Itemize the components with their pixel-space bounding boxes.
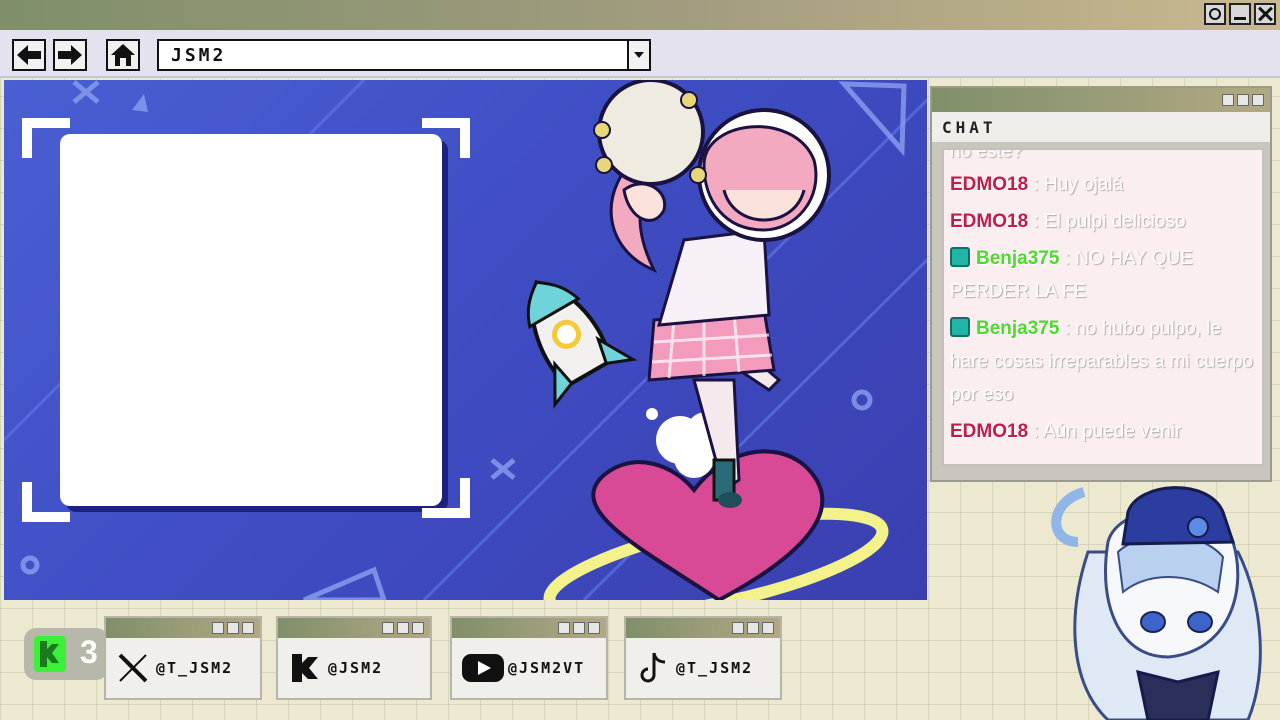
chat-window: CHAT no este? EDMO18 : Huy ojalá EDMO18 : …	[930, 86, 1272, 482]
window-controls	[1204, 3, 1276, 25]
chat-username[interactable]: Benja375	[976, 318, 1059, 339]
social-handle: @T_JSM2	[676, 659, 754, 677]
arrow-right-icon	[58, 45, 82, 65]
chat-message: Benja375 : no hubo pulpo, le hare cosas …	[950, 312, 1256, 411]
social-handle: @JSM2	[328, 659, 384, 677]
chat-message: EDMO18 : Huy ojalá	[950, 168, 1256, 201]
kick-icon	[288, 651, 322, 685]
address-bar[interactable]: JSM2	[157, 39, 651, 71]
chat-message: no este?	[950, 148, 1256, 164]
address-text: JSM2	[171, 45, 227, 66]
social-card-kick[interactable]: @JSM2	[276, 616, 432, 700]
frame-corner-bottom-left	[22, 482, 70, 522]
character-illustration	[593, 80, 831, 508]
close-icon[interactable]	[1254, 3, 1276, 25]
social-card-x[interactable]: @T_JSM2	[104, 616, 262, 700]
chat-message: Benja375 : NO HAY QUE PERDER LA FE	[950, 242, 1256, 308]
forward-button[interactable]	[53, 39, 87, 71]
chat-text: El pulpi delicioso	[1043, 211, 1186, 232]
back-button[interactable]	[12, 39, 46, 71]
camera-placeholder-panel	[60, 134, 442, 506]
chat-text: Huy ojalá	[1043, 174, 1124, 195]
kick-count: 3	[80, 634, 98, 670]
chat-window-titlebar	[932, 88, 1270, 112]
user-badge-icon	[950, 247, 970, 267]
tiktok-icon	[636, 651, 670, 685]
address-dropdown-button[interactable]	[627, 41, 649, 69]
social-card-tiktok[interactable]: @T_JSM2	[624, 616, 782, 700]
title-bar	[0, 0, 1280, 30]
frame-corner-bottom-right	[422, 478, 470, 518]
chat-messages: no este? EDMO18 : Huy ojalá EDMO18 : El pu…	[942, 148, 1264, 466]
close-icon[interactable]	[1252, 94, 1264, 106]
chat-username[interactable]: Benja375	[976, 248, 1059, 269]
vtuber-avatar	[1051, 486, 1262, 720]
minimize-icon[interactable]	[1229, 3, 1251, 25]
chat-username[interactable]: EDMO18	[950, 211, 1028, 232]
kick-follower-badge: 3	[24, 628, 108, 680]
user-badge-icon	[950, 317, 970, 337]
chat-separator: :	[1059, 318, 1076, 339]
chat-separator: :	[1028, 211, 1044, 232]
frame-corner-top-left	[22, 118, 70, 158]
frame-corner-top-right	[422, 118, 470, 158]
chat-separator: :	[1028, 174, 1044, 195]
social-handle: @T_JSM2	[156, 659, 234, 677]
youtube-icon	[460, 651, 506, 685]
arrow-left-icon	[17, 45, 41, 65]
social-handle: @JSM2VT	[508, 659, 586, 677]
x-icon	[116, 651, 150, 685]
chat-separator: :	[1059, 248, 1076, 269]
minimize-icon[interactable]	[1222, 94, 1234, 106]
chat-title: CHAT	[932, 112, 1270, 142]
home-icon	[111, 44, 135, 66]
browser-toolbar: JSM2	[0, 30, 1280, 78]
chat-message: EDMO18 : Aún puede venir	[950, 415, 1256, 448]
chat-text: no este?	[950, 148, 1023, 162]
stream-scene	[4, 80, 927, 600]
chat-username[interactable]: EDMO18	[950, 174, 1028, 195]
kick-icon	[34, 636, 66, 672]
maximize-icon[interactable]	[1237, 94, 1249, 106]
chat-separator: :	[1028, 421, 1043, 442]
chat-message: EDMO18 : El pulpi delicioso	[950, 205, 1256, 238]
social-card-youtube[interactable]: @JSM2VT	[450, 616, 608, 700]
home-button[interactable]	[106, 39, 140, 71]
record-icon[interactable]	[1204, 3, 1226, 25]
chat-text: Aún puede venir	[1042, 421, 1182, 442]
chat-username[interactable]: EDMO18	[950, 421, 1028, 442]
